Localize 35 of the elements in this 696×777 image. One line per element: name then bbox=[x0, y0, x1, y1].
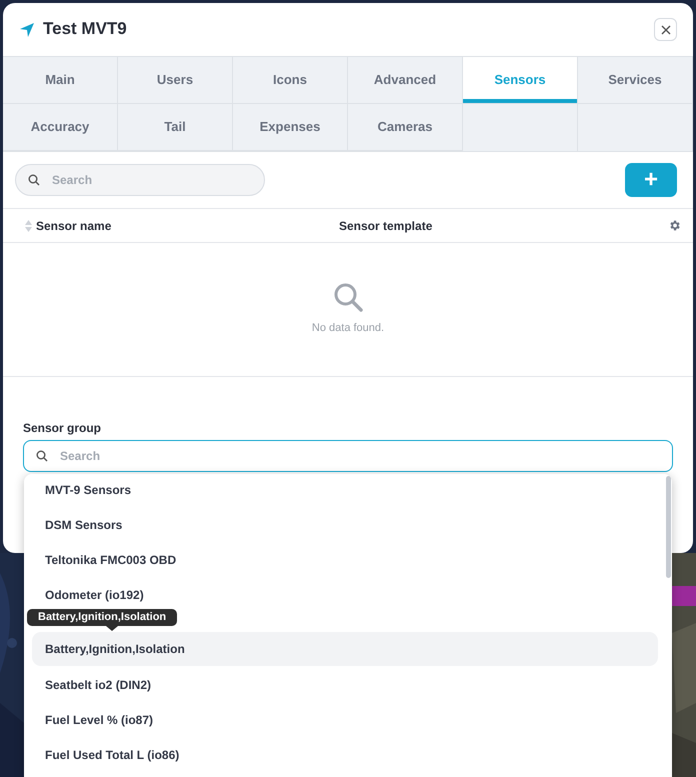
search-field[interactable]: Search bbox=[15, 164, 265, 196]
tab[interactable]: Accuracy bbox=[3, 104, 118, 151]
tab[interactable]: Icons bbox=[233, 57, 348, 104]
add-button[interactable]: + bbox=[625, 163, 677, 197]
search-icon bbox=[28, 174, 40, 186]
tab[interactable]: Services bbox=[578, 57, 693, 104]
tab[interactable]: Users bbox=[118, 57, 233, 104]
column-header: Sensor template bbox=[339, 218, 432, 234]
search-icon bbox=[333, 282, 363, 312]
tab[interactable]: Sensors bbox=[463, 57, 578, 104]
close-icon bbox=[660, 24, 670, 34]
scrollbar[interactable] bbox=[666, 476, 671, 578]
dropdown-option[interactable]: Fuel Used Total L (io86) bbox=[32, 744, 658, 766]
navigation-arrow-icon bbox=[19, 22, 35, 38]
field-label: Sensor group bbox=[23, 420, 102, 437]
dropdown-option[interactable]: Seatbelt io2 (DIN2) bbox=[32, 674, 658, 696]
tab[interactable]: Expenses bbox=[233, 104, 348, 151]
dialog-title: Test MVT9 bbox=[43, 19, 127, 40]
tooltip-arrow-icon bbox=[106, 626, 118, 631]
close-button[interactable] bbox=[654, 18, 677, 41]
dropdown-option[interactable]: Battery,Ignition,Isolation bbox=[32, 632, 658, 666]
tab[interactable]: Tail bbox=[118, 104, 233, 151]
dropdown-option[interactable]: MVT-9 Sensors bbox=[32, 479, 658, 501]
tab[interactable]: Main bbox=[3, 57, 118, 104]
dropdown-option[interactable]: Odometer (io192) bbox=[32, 584, 658, 606]
empty-message: No data found. bbox=[312, 321, 384, 336]
settings-icon[interactable] bbox=[668, 219, 681, 232]
dropdown-option[interactable]: Fuel Level % (io87) bbox=[32, 709, 658, 731]
tab[interactable]: Cameras bbox=[348, 104, 463, 151]
column-header: Sensor name bbox=[36, 218, 112, 234]
search-icon bbox=[36, 450, 48, 462]
dropdown-option[interactable]: Teltonika FMC003 OBD bbox=[32, 549, 658, 571]
dropdown-option[interactable]: DSM Sensors bbox=[32, 514, 658, 536]
tab[interactable]: Advanced bbox=[348, 57, 463, 104]
sensor-group-field[interactable]: Search bbox=[23, 440, 673, 472]
